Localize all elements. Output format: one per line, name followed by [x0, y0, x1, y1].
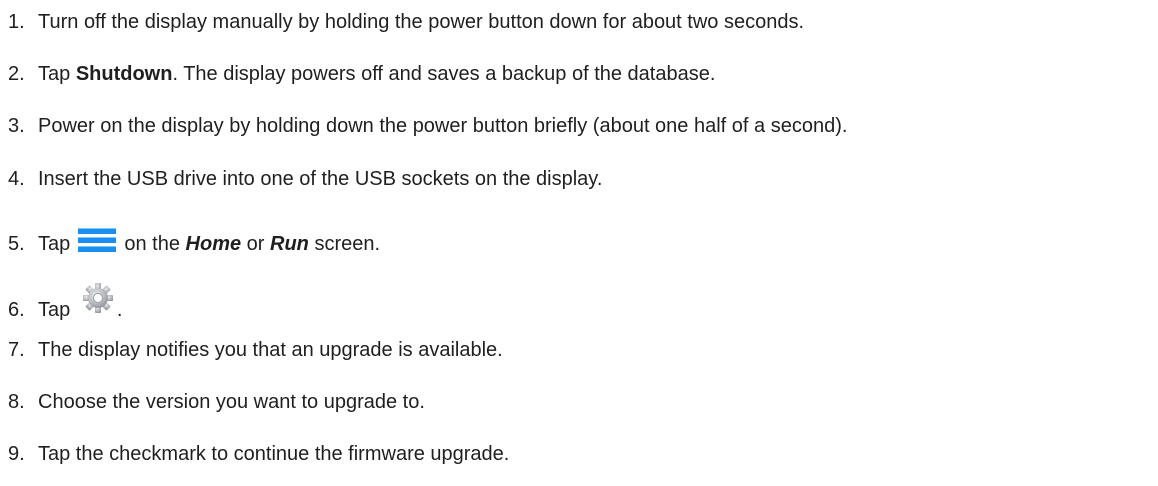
step-text-suffix: screen.	[308, 233, 381, 255]
step-text: Tap on the Home or Run screen.	[38, 226, 380, 256]
step-text-prefix: Tap	[38, 299, 76, 321]
step-text: Tap the checkmark to continue the firmwa…	[38, 443, 510, 465]
home-screen-label: Home	[185, 233, 242, 255]
step-6: 6. Tap .	[8, 282, 122, 322]
step-number: 4.	[8, 168, 25, 190]
step-number: 7.	[8, 339, 25, 361]
step-text: The display notifies you that an upgrade…	[38, 339, 503, 361]
menu-icon	[77, 226, 116, 254]
step-text-prefix: Tap	[38, 63, 76, 85]
step-2: 2. Tap Shutdown. The display powers off a…	[8, 62, 715, 86]
step-number: 8.	[8, 391, 25, 413]
step-text: Choose the version you want to upgrade t…	[38, 391, 425, 413]
step-text: Power on the display by holding down the…	[38, 115, 848, 137]
step-text-suffix: .	[116, 299, 123, 321]
step-8: 8. Choose the version you want to upgrade…	[8, 390, 425, 414]
step-text: Turn off the display manually by holding…	[38, 11, 805, 33]
step-7: 7. The display notifies you that an upgra…	[8, 338, 503, 362]
step-9: 9. Tap the checkmark to continue the firm…	[8, 442, 509, 466]
step-text-suffix: . The display powers off and saves a bac…	[172, 63, 716, 85]
step-text: Tap Shutdown. The display powers off and…	[38, 62, 715, 86]
step-number: 1.	[8, 11, 25, 33]
step-number: 9.	[8, 443, 25, 465]
step-4: 4. Insert the USB drive into one of the U…	[8, 167, 602, 191]
step-number: 5.	[8, 233, 25, 255]
shutdown-label: Shutdown	[75, 63, 173, 85]
step-text: Tap .	[38, 282, 122, 322]
step-number: 6.	[8, 299, 25, 321]
step-text-prefix: Tap	[38, 233, 76, 255]
step-text-mid: or	[241, 233, 271, 255]
step-3: 3. Power on the display by holding down t…	[8, 114, 847, 138]
gear-icon	[82, 283, 113, 313]
run-screen-label: Run	[270, 233, 309, 255]
step-text-mid: on the	[118, 233, 186, 255]
step-5: 5. Tap on the Home or Run screen.	[8, 226, 380, 256]
instruction-list: 1. Turn off the display manually by holdi…	[0, 0, 1158, 486]
step-1: 1. Turn off the display manually by holdi…	[8, 10, 804, 34]
step-number: 3.	[8, 115, 25, 137]
step-number: 2.	[8, 63, 25, 85]
step-text: Insert the USB drive into one of the USB…	[38, 168, 603, 190]
